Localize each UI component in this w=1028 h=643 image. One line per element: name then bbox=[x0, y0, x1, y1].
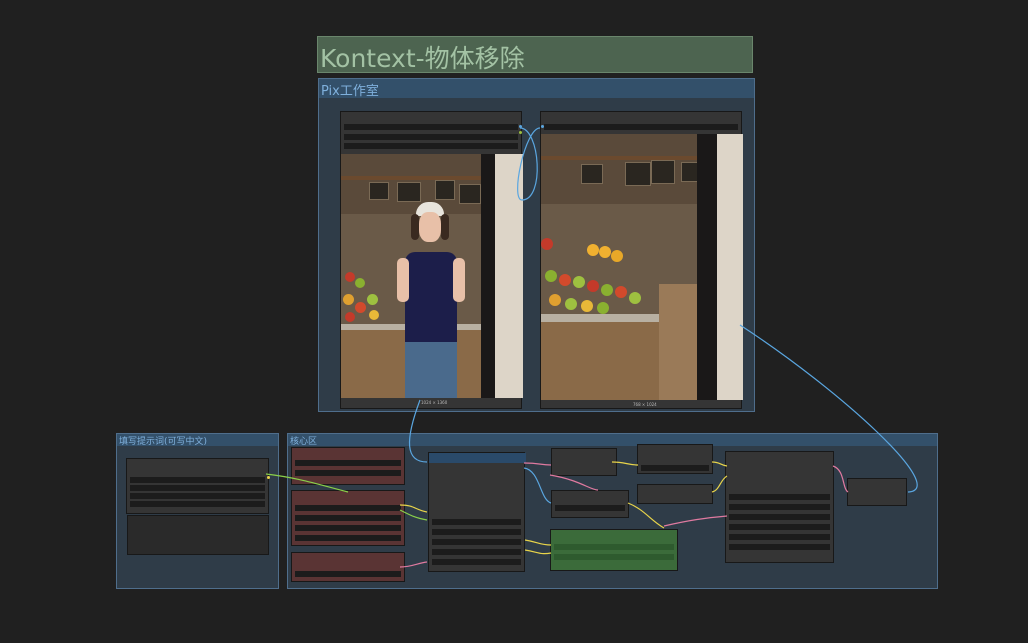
link-loader-to-cond bbox=[524, 539, 552, 546]
link-decode-to-encode bbox=[611, 461, 639, 466]
links-layer bbox=[265, 127, 918, 568]
link-ref-to-cond bbox=[549, 474, 599, 491]
link-sampler-to-ref bbox=[523, 467, 552, 504]
link-image-to-sampler bbox=[409, 399, 428, 463]
link-image-to-preview bbox=[517, 127, 541, 201]
link-pink-to-scale bbox=[663, 515, 728, 527]
link-vae-to-decode bbox=[399, 561, 428, 568]
link-encode-to-scale bbox=[711, 461, 728, 467]
link-clip-to-sampler bbox=[399, 504, 428, 513]
link-loader2-to-cond bbox=[524, 549, 552, 555]
link-text-to-encode bbox=[265, 473, 349, 493]
link-upscale-to-preview bbox=[739, 324, 918, 493]
link-sampler-to-decode bbox=[523, 462, 552, 466]
link-guidance-to-scale bbox=[711, 475, 728, 493]
link-scale-to-upscale bbox=[832, 465, 849, 493]
link-cond-to-guidance bbox=[627, 502, 665, 529]
